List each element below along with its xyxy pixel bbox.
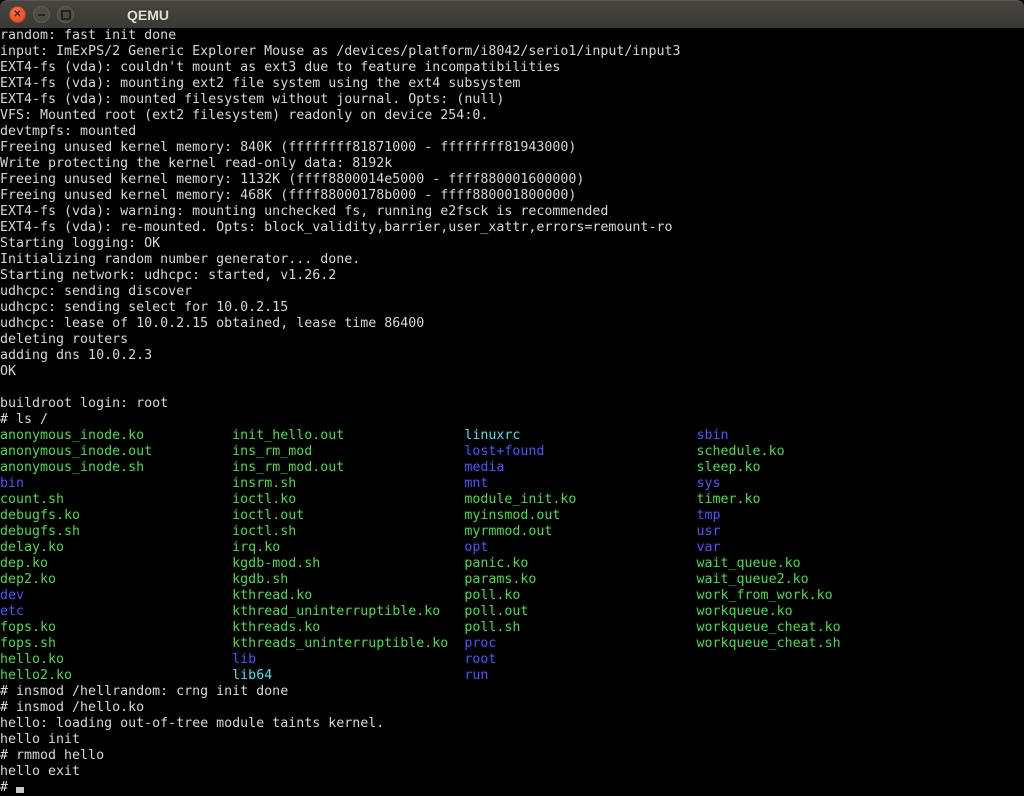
terminal-line: etc kthread_uninterruptible.ko poll.out … xyxy=(0,604,1024,620)
terminal-line xyxy=(0,380,1024,396)
terminal-line: anonymous_inode.sh ins_rm_mod.out media … xyxy=(0,460,1024,476)
close-icon: ✕ xyxy=(13,10,21,20)
window-title: QEMU xyxy=(127,7,169,23)
terminal-line: dep.ko kgdb-mod.sh panic.ko wait_queue.k… xyxy=(0,556,1024,572)
maximize-button[interactable] xyxy=(57,6,74,23)
minimize-icon xyxy=(38,14,45,16)
terminal-line: count.sh ioctl.ko module_init.ko timer.k… xyxy=(0,492,1024,508)
terminal-line: hello exit xyxy=(0,764,1024,780)
terminal-screen[interactable]: random: fast init doneinput: ImExPS/2 Ge… xyxy=(0,28,1024,796)
terminal-line: Freeing unused kernel memory: 1132K (fff… xyxy=(0,172,1024,188)
terminal-line: bin insrm.sh mnt sys xyxy=(0,476,1024,492)
terminal-line: debugfs.ko ioctl.out myinsmod.out tmp xyxy=(0,508,1024,524)
qemu-window: ✕ QEMU random: fast init doneinput: ImEx… xyxy=(0,0,1024,796)
terminal-line: hello: loading out-of-tree module taints… xyxy=(0,716,1024,732)
terminal-line: udhcpc: sending select for 10.0.2.15 xyxy=(0,300,1024,316)
terminal-line: deleting routers xyxy=(0,332,1024,348)
terminal-cursor xyxy=(16,787,24,793)
terminal-line: debugfs.sh ioctl.sh myrmmod.out usr xyxy=(0,524,1024,540)
terminal-line: random: fast init done xyxy=(0,28,1024,44)
terminal-line: buildroot login: root xyxy=(0,396,1024,412)
terminal-line: hello2.ko lib64 run xyxy=(0,668,1024,684)
terminal-line: adding dns 10.0.2.3 xyxy=(0,348,1024,364)
terminal-line: dep2.ko kgdb.sh params.ko wait_queue2.ko xyxy=(0,572,1024,588)
terminal-line: anonymous_inode.out ins_rm_mod lost+foun… xyxy=(0,444,1024,460)
terminal-line: Freeing unused kernel memory: 468K (ffff… xyxy=(0,188,1024,204)
terminal-line: # ls / xyxy=(0,412,1024,428)
terminal-line: # xyxy=(0,780,1024,796)
terminal-line: Write protecting the kernel read-only da… xyxy=(0,156,1024,172)
terminal-line: EXT4-fs (vda): warning: mounting uncheck… xyxy=(0,204,1024,220)
terminal-line: EXT4-fs (vda): mounting ext2 file system… xyxy=(0,76,1024,92)
terminal-line: fops.ko kthreads.ko poll.sh workqueue_ch… xyxy=(0,620,1024,636)
terminal-line: EXT4-fs (vda): mounted filesystem withou… xyxy=(0,92,1024,108)
terminal-line: anonymous_inode.ko init_hello.out linuxr… xyxy=(0,428,1024,444)
terminal-line: hello.ko lib root xyxy=(0,652,1024,668)
terminal-line: devtmpfs: mounted xyxy=(0,124,1024,140)
terminal-line: EXT4-fs (vda): couldn't mount as ext3 du… xyxy=(0,60,1024,76)
terminal-line: # insmod /hello.ko xyxy=(0,700,1024,716)
terminal-line: delay.ko irq.ko opt var xyxy=(0,540,1024,556)
terminal-line: OK xyxy=(0,364,1024,380)
close-button[interactable]: ✕ xyxy=(9,6,26,23)
maximize-icon xyxy=(61,10,71,20)
terminal-line: Starting logging: OK xyxy=(0,236,1024,252)
minimize-button[interactable] xyxy=(33,6,50,23)
window-titlebar[interactable]: ✕ QEMU xyxy=(0,0,1024,28)
terminal-line: hello init xyxy=(0,732,1024,748)
terminal-line: Starting network: udhcpc: started, v1.26… xyxy=(0,268,1024,284)
terminal-line: udhcpc: lease of 10.0.2.15 obtained, lea… xyxy=(0,316,1024,332)
terminal-line: Initializing random number generator... … xyxy=(0,252,1024,268)
terminal-line: EXT4-fs (vda): re-mounted. Opts: block_v… xyxy=(0,220,1024,236)
terminal-line: fops.sh kthreads_uninterruptible.ko proc… xyxy=(0,636,1024,652)
terminal-line: Freeing unused kernel memory: 840K (ffff… xyxy=(0,140,1024,156)
terminal-line: udhcpc: sending discover xyxy=(0,284,1024,300)
terminal-line: # rmmod hello xyxy=(0,748,1024,764)
terminal-line: dev kthread.ko poll.ko work_from_work.ko xyxy=(0,588,1024,604)
terminal-line: VFS: Mounted root (ext2 filesystem) read… xyxy=(0,108,1024,124)
terminal-line: # insmod /hellrandom: crng init done xyxy=(0,684,1024,700)
terminal-line: input: ImExPS/2 Generic Explorer Mouse a… xyxy=(0,44,1024,60)
